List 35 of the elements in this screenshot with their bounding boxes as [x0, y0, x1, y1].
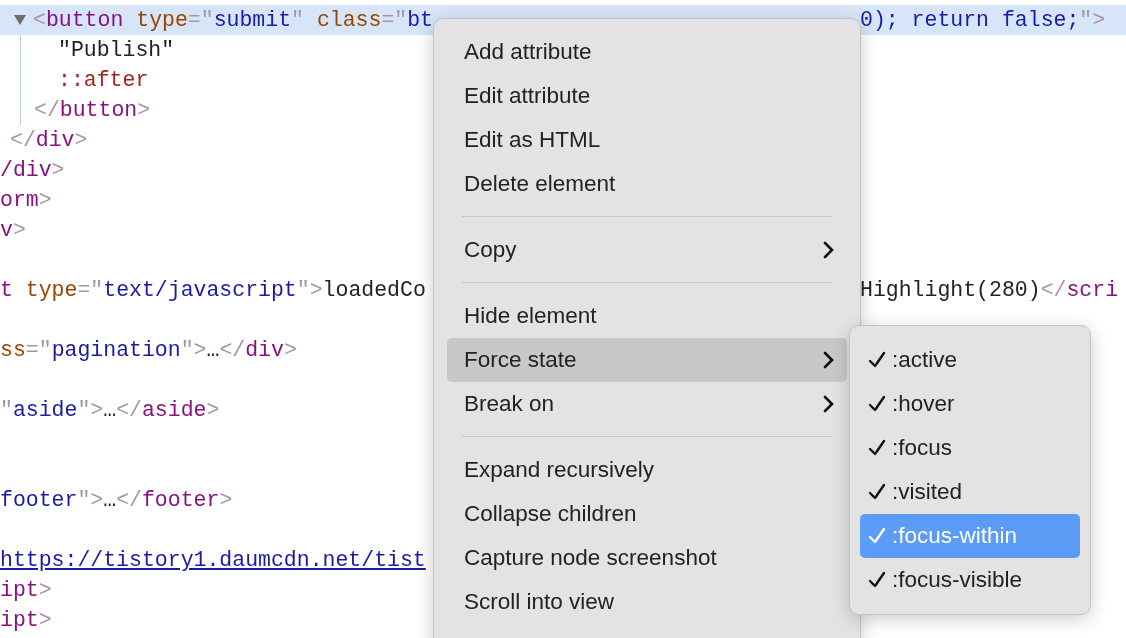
menu-item[interactable]: Copy: [447, 228, 847, 272]
menu-item[interactable]: Edit attribute: [447, 74, 847, 118]
menu-item[interactable]: :hover: [860, 382, 1080, 426]
code-line: ipt>: [0, 607, 52, 634]
menu-item[interactable]: Scroll into view: [447, 580, 847, 624]
menu-item[interactable]: :active: [860, 338, 1080, 382]
menu-item[interactable]: Delete element: [447, 162, 847, 206]
expand-triangle-icon[interactable]: [14, 15, 26, 25]
code-line: v>: [0, 217, 26, 244]
code-line: /div>: [0, 157, 65, 184]
code-line: footer">…</footer>: [0, 487, 233, 514]
code-line: "aside">…</aside>: [0, 397, 220, 424]
code-line: 0); return false;">: [860, 7, 1106, 34]
menu-item[interactable]: Break on: [447, 382, 847, 426]
code-line: </button>: [34, 97, 151, 124]
code-line: ::after: [58, 67, 149, 94]
menu-item[interactable]: Collapse children: [447, 492, 847, 536]
menu-item[interactable]: Edit as HTML: [447, 118, 847, 162]
menu-item[interactable]: Capture node screenshot: [447, 536, 847, 580]
code-line: Highlight(280)</scri: [860, 277, 1119, 304]
code-line: "Publish": [58, 37, 175, 64]
code-line: ipt>: [0, 577, 52, 604]
menu-item[interactable]: Expand recursively: [447, 448, 847, 492]
code-line: ss="pagination">…</div>: [0, 337, 297, 364]
code-line: t type="text/javascript">loadedCo: [0, 277, 426, 304]
menu-item[interactable]: :visited: [860, 470, 1080, 514]
code-line: </div>: [10, 127, 88, 154]
menu-item[interactable]: :focus-visible: [860, 558, 1080, 602]
menu-item[interactable]: Hide element: [447, 294, 847, 338]
menu-item[interactable]: Add attribute: [447, 30, 847, 74]
menu-item[interactable]: :focus: [860, 426, 1080, 470]
menu-item[interactable]: Force state: [447, 338, 847, 382]
code-line: <button type="submit" class="bt: [33, 7, 434, 34]
code-line: orm>: [0, 187, 52, 214]
code-line: https://tistory1.daumcdn.net/tist: [0, 547, 426, 574]
